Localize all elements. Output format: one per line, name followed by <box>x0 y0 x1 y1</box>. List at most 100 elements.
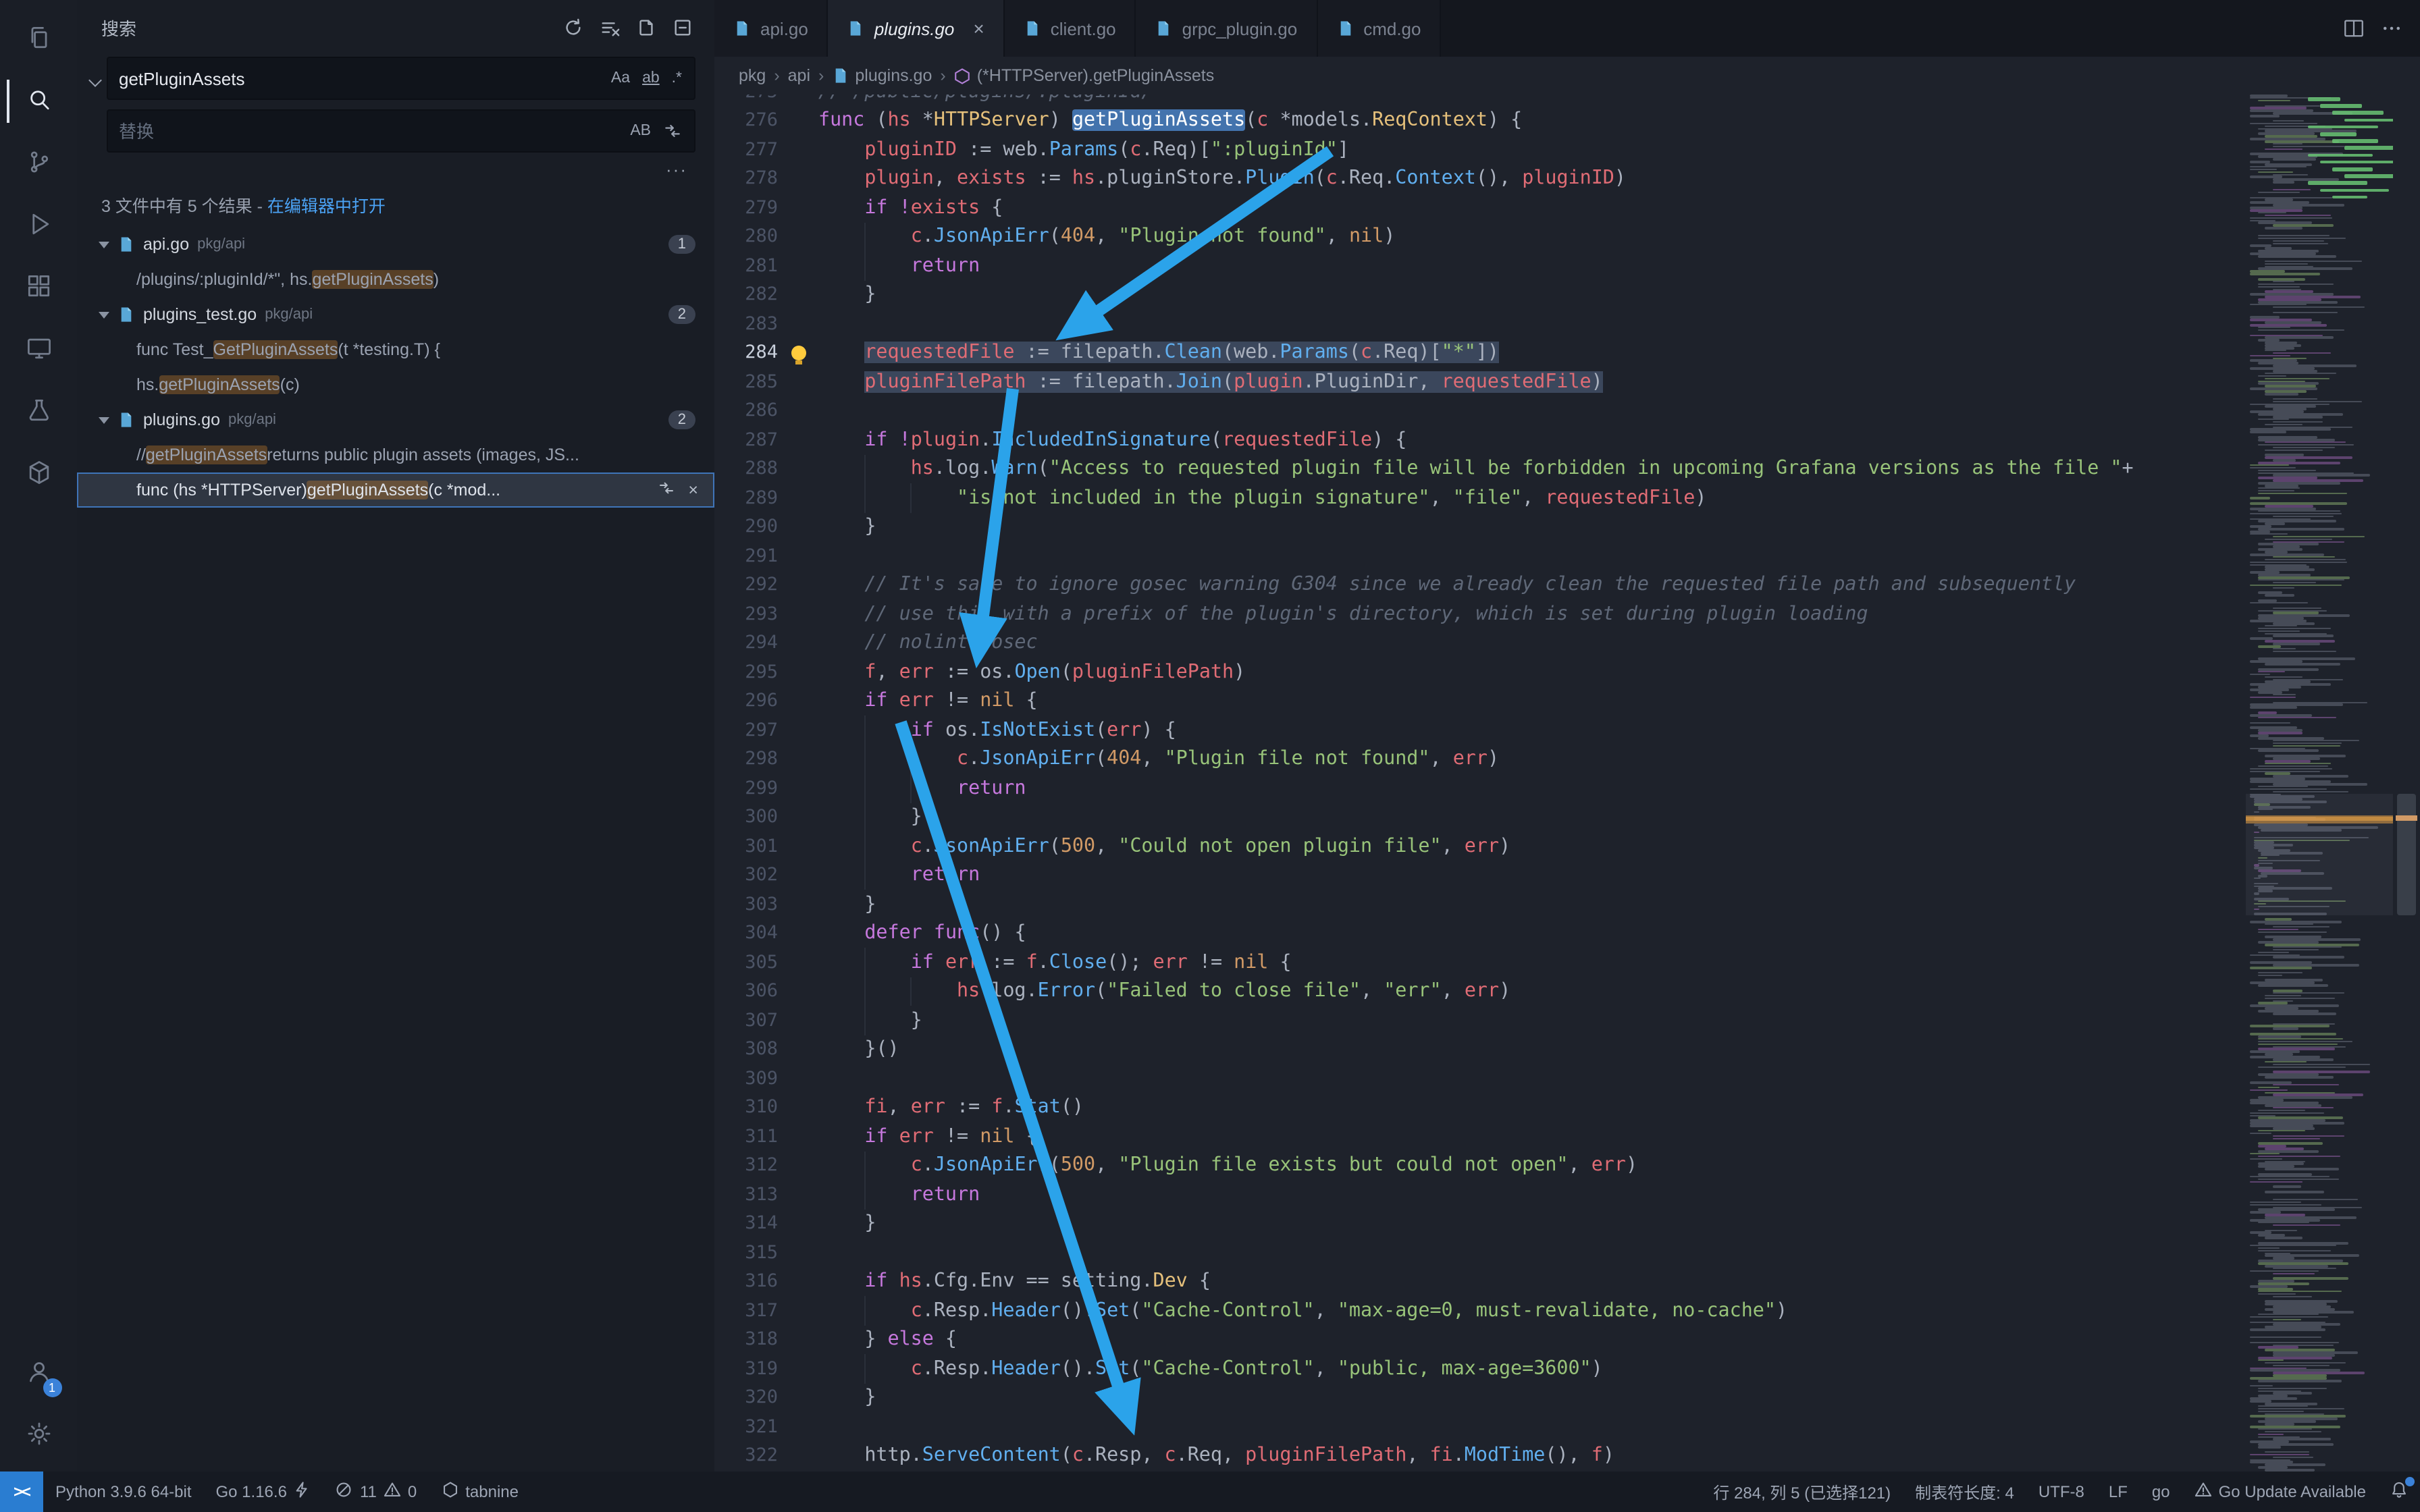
code-line[interactable]: 315 <box>714 1238 2420 1267</box>
code-line[interactable]: 292 // It's safe to ignore gosec warning… <box>714 570 2420 599</box>
code-line[interactable]: 312 c.JsonApiErr(500, "Plugin file exist… <box>714 1151 2420 1180</box>
code-line[interactable]: 283 <box>714 309 2420 338</box>
code-line[interactable]: 307 } <box>714 1006 2420 1035</box>
tab-cmd.go[interactable]: cmd.go <box>1317 0 1441 57</box>
result-match-row[interactable]: /plugins/:pluginId/*", hs.getPluginAsset… <box>77 262 714 297</box>
line-number[interactable]: 279 <box>714 197 778 219</box>
code-line[interactable]: 309 <box>714 1064 2420 1093</box>
tab-grpc_plugin.go[interactable]: grpc_plugin.go <box>1136 0 1318 57</box>
line-number[interactable]: 277 <box>714 139 778 161</box>
code-line[interactable]: 297 if os.IsNotExist(err) { <box>714 716 2420 745</box>
explorer-button[interactable] <box>6 8 71 70</box>
code-line[interactable]: 306 hs.log.Error("Failed to close file",… <box>714 977 2420 1006</box>
run-and-debug-button[interactable] <box>6 194 71 256</box>
code-line[interactable]: 294 // nolint:gosec <box>714 628 2420 657</box>
more-actions-icon[interactable] <box>2379 16 2404 40</box>
cursor-position[interactable]: 行 284, 列 5 (已选择121) <box>1701 1472 1903 1512</box>
code-line[interactable]: 305 if err := f.Close(); err != nil { <box>714 948 2420 977</box>
code-line[interactable]: 286 <box>714 396 2420 425</box>
code-line[interactable]: 303 } <box>714 890 2420 919</box>
code-line[interactable]: 276func (hs *HTTPServer) getPluginAssets… <box>714 106 2420 135</box>
replace-match-button[interactable] <box>657 479 675 501</box>
code-line[interactable]: 291 <box>714 541 2420 570</box>
line-number[interactable]: 278 <box>714 168 778 190</box>
code-line[interactable]: 310 fi, err := f.Stat() <box>714 1093 2420 1122</box>
line-number[interactable]: 308 <box>714 1039 778 1060</box>
scrollbar-thumb[interactable] <box>2397 793 2416 915</box>
result-file-row[interactable]: plugins_test.gopkg/api2 <box>77 297 714 332</box>
code-line[interactable]: 319 c.Resp.Header().Set("Cache-Control",… <box>714 1354 2420 1383</box>
split-editor-icon[interactable] <box>2342 16 2366 40</box>
line-number[interactable]: 312 <box>714 1155 778 1177</box>
language-mode[interactable]: go <box>2140 1472 2182 1512</box>
code-line[interactable]: 293 // use this with a prefix of the plu… <box>714 599 2420 628</box>
line-number[interactable]: 313 <box>714 1184 778 1206</box>
code-line[interactable]: 290 } <box>714 512 2420 541</box>
line-number[interactable]: 289 <box>714 487 778 509</box>
line-number[interactable]: 280 <box>714 226 778 248</box>
line-number[interactable]: 286 <box>714 400 778 422</box>
encoding[interactable]: UTF-8 <box>2026 1472 2097 1512</box>
code-line[interactable]: 298 c.JsonApiErr(404, "Plugin file not f… <box>714 745 2420 774</box>
code-line[interactable]: 308 }() <box>714 1035 2420 1064</box>
python-version[interactable]: Python 3.9.6 64-bit <box>43 1472 203 1512</box>
collapse-all-icon[interactable] <box>673 17 693 37</box>
tab-api.go[interactable]: api.go <box>714 0 828 57</box>
remote-explorer-button[interactable] <box>6 319 71 381</box>
code-line[interactable]: 280 c.JsonApiErr(404, "Plugin not found"… <box>714 222 2420 251</box>
notifications[interactable] <box>2378 1472 2420 1512</box>
settings-button[interactable] <box>6 1404 71 1466</box>
code-line[interactable]: 318 } else { <box>714 1325 2420 1354</box>
toggle-search-details-button[interactable]: ··· <box>666 159 687 180</box>
line-number[interactable]: 292 <box>714 574 778 596</box>
replace-all-button[interactable] <box>659 119 686 143</box>
regex-toggle[interactable]: .* <box>668 68 686 89</box>
tab-client.go[interactable]: client.go <box>1005 0 1136 57</box>
code-line[interactable]: 313 return <box>714 1180 2420 1209</box>
clear-search-results-icon[interactable] <box>600 17 620 37</box>
line-number[interactable]: 296 <box>714 691 778 712</box>
result-match-row[interactable]: hs.getPluginAssets(c) <box>77 367 714 402</box>
testing-button[interactable] <box>6 381 71 443</box>
extensions-button[interactable] <box>6 256 71 319</box>
breadcrumb-item[interactable]: plugins.go <box>832 66 932 85</box>
code-line[interactable]: 279 if !exists { <box>714 193 2420 222</box>
code-line[interactable]: 316 if hs.Cfg.Env == setting.Dev { <box>714 1267 2420 1296</box>
line-number[interactable]: 304 <box>714 923 778 944</box>
line-number[interactable]: 305 <box>714 952 778 973</box>
packages-button[interactable] <box>6 443 71 505</box>
go-version[interactable]: Go 1.16.6 <box>204 1472 323 1512</box>
breadcrumb-item[interactable]: pkg <box>739 66 766 85</box>
search-button[interactable] <box>6 70 71 132</box>
code-line[interactable]: 301 c.JsonApiErr(500, "Could not open pl… <box>714 832 2420 861</box>
minimap-slider[interactable] <box>2246 793 2393 915</box>
tabnine[interactable]: tabnine <box>429 1472 531 1512</box>
remote-indicator[interactable]: >< <box>0 1472 43 1512</box>
line-number[interactable]: 316 <box>714 1271 778 1293</box>
code-line[interactable]: 300 } <box>714 803 2420 832</box>
code-line[interactable]: 296 if err != nil { <box>714 686 2420 716</box>
line-number[interactable]: 311 <box>714 1126 778 1148</box>
line-number[interactable]: 287 <box>714 429 778 451</box>
code-line[interactable]: 322 http.ServeContent(c.Resp, c.Req, plu… <box>714 1441 2420 1470</box>
eol[interactable]: LF <box>2097 1472 2140 1512</box>
code-line[interactable]: 302 return <box>714 861 2420 890</box>
line-number[interactable]: 307 <box>714 1010 778 1031</box>
code-line[interactable]: 304 defer func() { <box>714 919 2420 948</box>
whole-word-toggle[interactable]: ab <box>638 68 664 89</box>
code-line[interactable]: 275// /public/plugins/:pluginId/* <box>714 94 2420 106</box>
code-line[interactable]: 314 } <box>714 1209 2420 1238</box>
line-number[interactable]: 321 <box>714 1416 778 1438</box>
line-number[interactable]: 299 <box>714 778 778 799</box>
line-number[interactable]: 319 <box>714 1358 778 1380</box>
scrollbar[interactable] <box>2393 94 2420 1472</box>
tab-plugins.go[interactable]: plugins.go× <box>828 0 1005 57</box>
line-number[interactable]: 300 <box>714 807 778 828</box>
code-line[interactable]: 321 <box>714 1412 2420 1441</box>
line-number[interactable]: 284 <box>714 342 778 364</box>
match-case-toggle[interactable]: Aa <box>607 68 634 89</box>
line-number[interactable]: 306 <box>714 981 778 1002</box>
code-line[interactable]: 282 } <box>714 280 2420 309</box>
line-number[interactable]: 303 <box>714 894 778 915</box>
line-number[interactable]: 297 <box>714 720 778 741</box>
